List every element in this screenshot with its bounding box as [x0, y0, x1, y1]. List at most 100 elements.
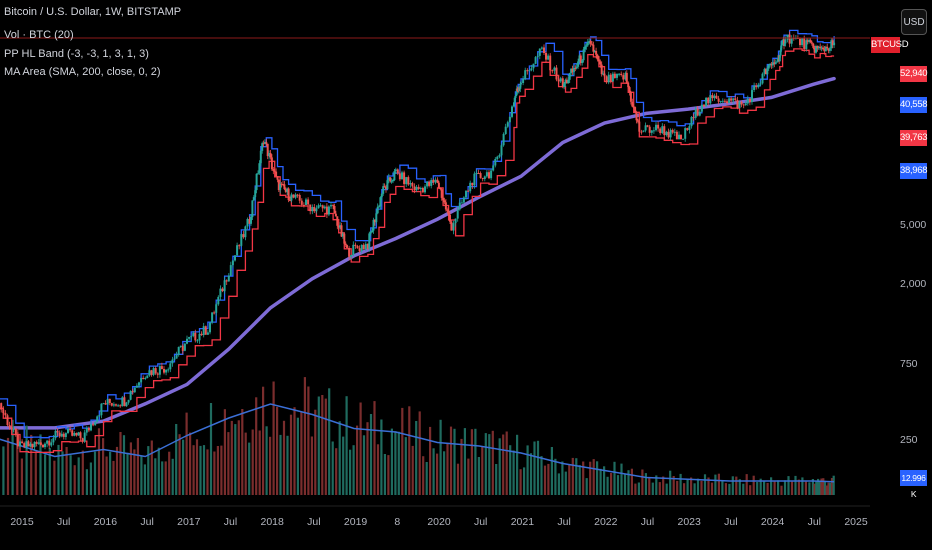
candle [356, 244, 359, 249]
legend-volume[interactable]: Vol · BTC (20) [4, 26, 161, 45]
candle [221, 287, 224, 293]
candle [73, 431, 76, 437]
volume-bar [550, 447, 553, 495]
symbol-title[interactable]: Bitcoin / U.S. Dollar, 1W, BITSTAMP [4, 3, 181, 22]
volume-bar [112, 460, 115, 495]
candle [115, 403, 117, 407]
volume-bar [777, 480, 780, 495]
candle [215, 302, 218, 317]
candle [135, 383, 138, 388]
volume-bar [509, 445, 512, 495]
candle [231, 260, 234, 268]
volume-bar [376, 444, 380, 495]
candle [751, 87, 753, 105]
pp-hl-band-layer [0, 29, 835, 454]
volume-bar [105, 456, 108, 495]
x-tick: Jul [724, 516, 738, 528]
candle [411, 181, 414, 189]
volume-bar [324, 398, 327, 495]
candle [238, 244, 241, 250]
volume-bar [34, 451, 37, 495]
volume-bar [269, 436, 272, 495]
volume-bar [630, 468, 633, 495]
volume-bar [2, 446, 5, 495]
candle [19, 439, 21, 448]
legend-pp-hl-band[interactable]: PP HL Band (-3, -3, 1, 3, 1, 3) [4, 45, 161, 64]
volume-bar [164, 461, 167, 495]
volume-bar [328, 388, 331, 495]
volume-bar [115, 446, 119, 495]
volume-bar [202, 445, 206, 495]
volume-bar [171, 458, 174, 495]
volume-bar [481, 446, 484, 495]
candle [100, 403, 103, 419]
volume-bar [439, 419, 442, 495]
x-tick: Jul [807, 516, 822, 528]
volume-bar [411, 445, 414, 495]
candle [684, 127, 687, 142]
candle [748, 97, 751, 106]
candle [315, 205, 318, 214]
volume-bar [394, 431, 397, 495]
candle [229, 261, 232, 276]
volume-bar [251, 429, 254, 495]
candle [545, 51, 547, 63]
candle [313, 204, 316, 213]
volume-bar [335, 448, 338, 495]
candle [125, 401, 128, 407]
x-tick: 2022 [594, 516, 618, 528]
price-tag-1: 52,940 [900, 66, 928, 82]
candle [428, 180, 431, 188]
candle [496, 155, 499, 161]
candle [354, 242, 357, 249]
volume-bar [651, 482, 654, 495]
candle [618, 73, 621, 77]
volume-bar [258, 430, 261, 495]
candle [728, 96, 731, 103]
candle [454, 218, 457, 227]
volume-bar [359, 402, 362, 495]
volume-bar [276, 406, 279, 495]
candle [401, 170, 403, 180]
candle [158, 364, 161, 378]
volume-bar [213, 451, 216, 495]
candle [646, 124, 649, 128]
volume-bar [342, 436, 345, 495]
candle [736, 96, 739, 110]
currency-button[interactable]: USD [901, 9, 927, 35]
volume-bar [731, 476, 734, 495]
candle [467, 189, 470, 192]
volume-bar [589, 461, 592, 495]
candle [287, 187, 290, 203]
candle [669, 128, 672, 141]
candle [223, 276, 226, 294]
candle [156, 372, 159, 379]
volume-bar [644, 473, 647, 495]
volume-bar [57, 444, 60, 495]
x-tick: 2024 [760, 516, 785, 528]
price-chart[interactable] [0, 0, 932, 550]
volume-bar [182, 439, 185, 495]
x-tick: Jul [56, 516, 71, 528]
candle [398, 170, 401, 182]
volume-bar [540, 456, 543, 495]
volume-bar [801, 477, 804, 495]
volume-bar [463, 428, 466, 495]
candle [0, 402, 3, 413]
legend-ma-area[interactable]: MA Area (SMA, 200, close, 0, 2) [4, 63, 161, 82]
volume-layer [0, 377, 835, 495]
candle [71, 429, 74, 437]
candle [81, 437, 84, 444]
candle [721, 98, 724, 104]
volume-bar [686, 478, 689, 495]
volume-bar [488, 434, 491, 495]
x-tick: 2016 [93, 516, 118, 528]
volume-bar [286, 435, 289, 495]
volume-bar [665, 483, 668, 495]
volume-bar [728, 483, 731, 495]
candle [490, 169, 493, 181]
volume-bar [126, 452, 129, 495]
candle [129, 390, 132, 401]
x-tick: Jul [223, 516, 238, 528]
candle [110, 402, 113, 407]
